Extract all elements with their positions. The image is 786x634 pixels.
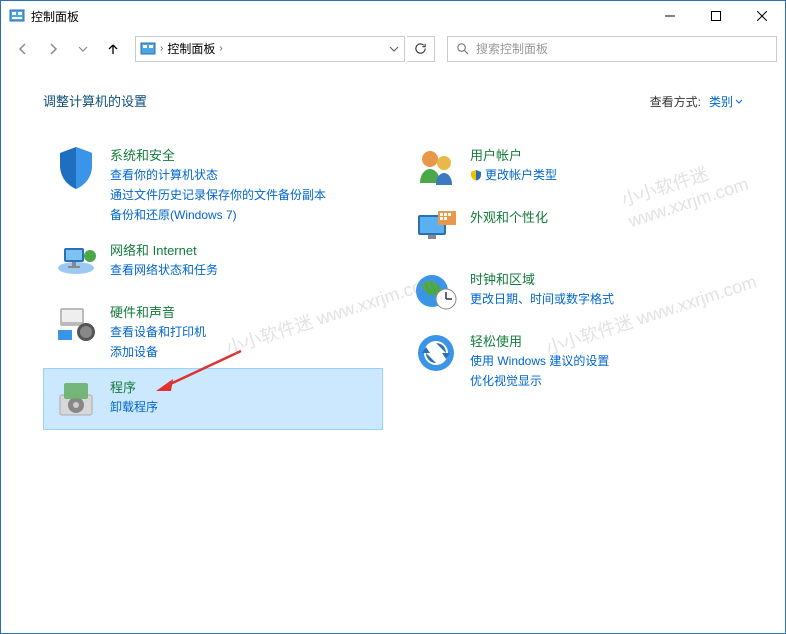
view-mode: 查看方式: 类别 (650, 93, 743, 110)
address-location[interactable]: 控制面板 (167, 40, 215, 57)
category-link[interactable]: 添加设备 (110, 343, 206, 361)
users-icon (412, 143, 460, 191)
control-panel-icon (9, 8, 25, 24)
clock-globe-icon (412, 267, 460, 315)
close-button[interactable] (739, 1, 785, 31)
view-mode-label: 查看方式: (650, 93, 701, 110)
category-link[interactable]: 更改日期、时间或数字格式 (470, 290, 614, 308)
category-clock-region[interactable]: 时钟和区域 更改日期、时间或数字格式 (403, 260, 743, 322)
category-network[interactable]: 网络和 Internet 查看网络状态和任务 (43, 231, 383, 293)
category-link[interactable]: 备份和还原(Windows 7) (110, 206, 326, 224)
category-title[interactable]: 时钟和区域 (470, 269, 614, 288)
category-hardware[interactable]: 硬件和声音 查看设备和打印机 添加设备 (43, 293, 383, 368)
category-link[interactable]: 查看设备和打印机 (110, 323, 206, 341)
chevron-right-icon: › (219, 43, 222, 54)
page-heading: 调整计算机的设置 (43, 91, 147, 110)
address-dropdown[interactable] (384, 44, 404, 54)
search-icon (448, 42, 476, 55)
content-area: 调整计算机的设置 查看方式: 类别 系统和安全 查看你的计算机状态 通过文件历史… (1, 67, 785, 430)
category-title[interactable]: 程序 (110, 377, 158, 396)
navbar: › 控制面板 › (1, 31, 785, 67)
ease-access-icon (412, 329, 460, 377)
category-system-security[interactable]: 系统和安全 查看你的计算机状态 通过文件历史记录保存你的文件备份副本 备份和还原… (43, 136, 383, 231)
programs-icon (52, 375, 100, 423)
search-box[interactable] (447, 36, 777, 62)
category-link[interactable]: 更改帐户类型 (470, 166, 557, 184)
network-icon (52, 238, 100, 286)
category-ease-access[interactable]: 轻松使用 使用 Windows 建议的设置 优化视觉显示 (403, 322, 743, 397)
view-mode-value: 类别 (709, 93, 733, 110)
view-mode-selector[interactable]: 类别 (709, 93, 743, 110)
address-text: › 控制面板 › (160, 40, 223, 57)
window-controls (647, 1, 785, 31)
category-title[interactable]: 轻松使用 (470, 331, 609, 350)
hardware-icon (52, 300, 100, 348)
chevron-down-icon (735, 98, 743, 106)
recent-dropdown[interactable] (69, 35, 97, 63)
address-bar[interactable]: › 控制面板 › (135, 36, 405, 62)
category-link[interactable]: 查看网络状态和任务 (110, 261, 218, 279)
chevron-right-icon: › (160, 43, 163, 54)
category-link[interactable]: 优化视觉显示 (470, 372, 609, 390)
category-link[interactable]: 使用 Windows 建议的设置 (470, 352, 609, 370)
forward-button[interactable] (39, 35, 67, 63)
refresh-button[interactable] (407, 36, 435, 62)
minimize-button[interactable] (647, 1, 693, 31)
category-user-accounts[interactable]: 用户帐户 更改帐户类型 (403, 136, 743, 198)
uac-shield-icon (470, 169, 482, 181)
category-title[interactable]: 硬件和声音 (110, 302, 206, 321)
back-button[interactable] (9, 35, 37, 63)
titlebar: 控制面板 (1, 1, 785, 31)
search-input[interactable] (476, 42, 776, 56)
category-title[interactable]: 用户帐户 (470, 145, 557, 164)
appearance-icon (412, 205, 460, 253)
category-link[interactable]: 卸载程序 (110, 398, 158, 416)
maximize-button[interactable] (693, 1, 739, 31)
category-title[interactable]: 外观和个性化 (470, 207, 548, 226)
control-panel-icon (140, 41, 156, 57)
left-column: 系统和安全 查看你的计算机状态 通过文件历史记录保存你的文件备份副本 备份和还原… (43, 136, 383, 430)
window-title: 控制面板 (31, 8, 647, 25)
category-title[interactable]: 系统和安全 (110, 145, 326, 164)
category-programs[interactable]: 程序 卸载程序 (43, 368, 383, 430)
category-link[interactable]: 查看你的计算机状态 (110, 166, 326, 184)
category-appearance[interactable]: 外观和个性化 (403, 198, 743, 260)
category-title[interactable]: 网络和 Internet (110, 240, 218, 259)
up-button[interactable] (99, 35, 127, 63)
right-column: 用户帐户 更改帐户类型 外观和个性化 时钟和区域 更改日期、时间或数字格式 (403, 136, 743, 430)
category-link[interactable]: 通过文件历史记录保存你的文件备份副本 (110, 186, 326, 204)
shield-icon (52, 143, 100, 191)
